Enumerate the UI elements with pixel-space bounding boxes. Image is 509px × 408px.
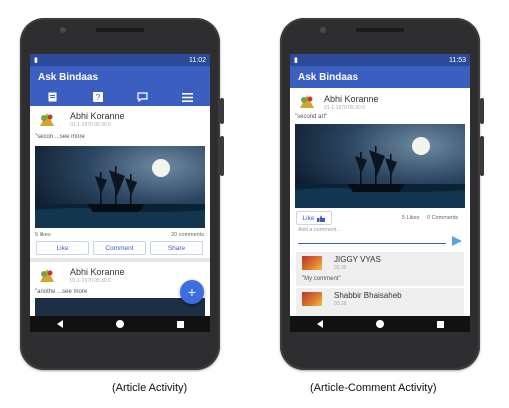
power-button [220,98,224,124]
sim-icon: ▮ [34,57,38,64]
add-post-button[interactable]: + [180,280,204,304]
right-phone-frame: ▮ 11:53 Ask Bindaas Abhi Koranne 01-1-19… [280,18,484,370]
post-timestamp: 01-1-1970 05:30:0 [70,278,111,284]
right-caption: (Article-Comment Activity) [310,382,437,394]
comment-item: JIGGY VYAS 03:35 "My comment" [296,252,464,286]
home-icon[interactable] [375,320,384,328]
author-avatar [38,110,56,128]
plus-icon: + [187,284,197,300]
share-button[interactable]: Share [150,241,203,255]
power-button [480,98,484,124]
volume-button [480,136,484,176]
commenter-name: JIGGY VYAS [334,255,381,264]
post-text[interactable]: "secon ...see more [35,134,85,140]
recent-apps-icon[interactable] [176,320,184,328]
send-icon[interactable] [452,236,462,246]
post-timestamp: 01-1-1970 05:30:0 [70,122,111,128]
volume-button [220,136,224,176]
post-author: Abhi Koranne [70,111,125,121]
author-avatar [298,92,316,110]
nav-bar [30,316,210,332]
thumbs-up-icon [317,214,326,222]
comments-count[interactable]: 20 comments [171,232,204,238]
chat-icon [137,92,148,102]
post-text[interactable]: "anothe ...see more [35,289,87,295]
left-caption: (Article Activity) [112,382,188,394]
left-phone-frame: ▮ 11:02 Ask Bindaas ? Abhi Koranne 01-1-… [20,18,224,370]
author-avatar [38,266,56,284]
post-author: Abhi Koranne [324,94,379,104]
right-phone-screen: ▮ 11:53 Ask Bindaas Abhi Koranne 01-1-19… [290,54,470,332]
svg-text:?: ? [95,93,100,102]
document-icon [48,92,57,102]
status-time: 11:53 [449,56,466,64]
sim-icon: ▮ [294,57,298,64]
likes-count: 5 Likes [402,215,420,221]
phone-camera [60,27,66,33]
status-time: 11:02 [189,56,206,64]
likes-count: 5 likes [35,232,51,238]
app-bar: Ask Bindaas [30,66,210,88]
post-image [35,146,205,228]
post-text: "second art" [295,114,328,120]
tab-chat[interactable] [136,92,150,102]
tab-questions[interactable]: ? [91,92,105,102]
comment-time: 03:35 [334,265,347,271]
back-icon[interactable] [56,320,63,328]
comment-time: 03:38 [334,301,347,307]
app-title: Ask Bindaas [38,71,99,83]
commenter-avatar [302,256,322,270]
app-title: Ask Bindaas [298,71,359,83]
phone-speaker [356,28,404,32]
post-timestamp: 01-1-1970 05:30:0 [324,105,365,111]
tab-bar: ? [30,88,210,106]
status-bar: ▮ 11:02 [30,54,210,66]
like-button[interactable]: Like [296,211,332,225]
post-card[interactable]: Abhi Koranne 01-1-1970 05:30:0 "secon ..… [30,106,210,258]
help-icon: ? [92,92,103,102]
status-bar: ▮ 11:53 [290,54,470,66]
comment-item: Shabbir Bhaisaheb 03:38 [296,288,464,316]
phone-speaker [96,28,144,32]
tab-menu[interactable] [181,92,195,102]
comment-input-underline [298,243,446,244]
app-bar: Ask Bindaas [290,66,470,88]
comment-text: "My comment" [302,276,341,282]
tab-articles[interactable] [46,92,60,102]
comment-button[interactable]: Comment [93,241,146,255]
left-phone-screen: ▮ 11:02 Ask Bindaas ? Abhi Koranne 01-1-… [30,54,210,332]
like-button[interactable]: Like [36,241,89,255]
commenter-avatar [302,292,322,306]
comments-count: 0 Comments [427,215,459,221]
comment-input[interactable]: Add a comment... [298,227,341,233]
back-icon[interactable] [316,320,323,328]
like-label: Like [302,214,315,222]
post-author: Abhi Koranne [70,267,125,277]
commenter-name: Shabbir Bhaisaheb [334,291,402,300]
phone-camera [320,27,326,33]
home-icon[interactable] [115,320,124,328]
nav-bar [290,316,470,332]
menu-icon [182,92,193,102]
recent-apps-icon[interactable] [436,320,444,328]
post-image [295,124,465,208]
